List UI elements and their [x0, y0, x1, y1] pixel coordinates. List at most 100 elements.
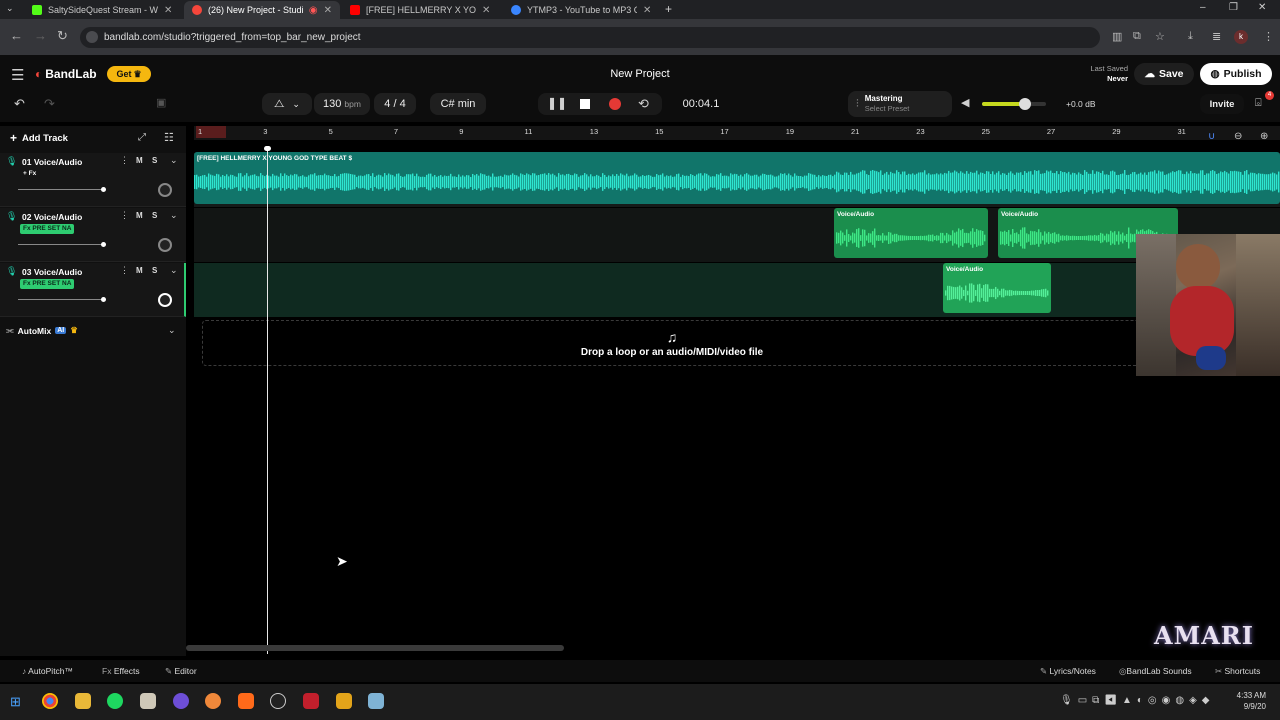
time-signature-field[interactable]: 4 / 4 [374, 93, 416, 115]
project-title[interactable]: New Project [590, 68, 690, 80]
track-name[interactable]: 02 Voice/Audio [22, 212, 82, 222]
chevron-down-icon[interactable]: ⌄ [170, 155, 178, 166]
window-close-icon[interactable]: ✕ [1258, 2, 1266, 13]
chevron-down-icon[interactable]: ⌄ [170, 265, 178, 276]
lyrics-notes-button[interactable]: ✎ Lyrics/Notes [1040, 666, 1096, 677]
effects-button[interactable]: Fx Effects [102, 666, 140, 676]
pause-icon[interactable]: ❚❚ [547, 96, 567, 110]
browser-tab-active[interactable]: (26) New Project - Studio ◉ ✕ [184, 1, 340, 19]
track-options-icon[interactable]: ⋮ [120, 155, 129, 166]
automix-chevron-icon[interactable]: ⌄ [168, 325, 176, 336]
app-icon[interactable] [270, 693, 286, 709]
spotify-icon[interactable] [107, 693, 123, 709]
solo-button[interactable]: S [152, 211, 157, 220]
fx-button[interactable]: + Fx [20, 169, 39, 179]
volume-handle[interactable] [101, 297, 106, 302]
track-name[interactable]: 03 Voice/Audio [22, 267, 82, 277]
track-header[interactable]: 🎙 01 Voice/Audio ⋮ M S ⌄ + Fx [0, 153, 186, 207]
lane-3[interactable] [194, 263, 1280, 317]
playhead-handle[interactable] [264, 146, 271, 151]
chrome-icon[interactable] [42, 693, 58, 709]
solo-button[interactable]: S [152, 266, 157, 275]
master-volume-slider[interactable] [982, 98, 1046, 110]
url-bar[interactable]: bandlab.com/studio?triggered_from=top_ba… [80, 27, 1100, 48]
master-volume-handle[interactable] [1019, 98, 1031, 110]
track-options-icon[interactable]: ⋮ [120, 210, 129, 221]
app-icon[interactable] [336, 693, 352, 709]
solo-button[interactable]: S [152, 156, 157, 165]
cast-icon[interactable]: ⧉ [1133, 30, 1141, 43]
get-membership-button[interactable]: Get ♛ [107, 66, 151, 82]
app-icon[interactable] [238, 693, 254, 709]
audio-clip-voice[interactable]: Voice/Audio [834, 208, 988, 258]
app-icon[interactable] [173, 693, 189, 709]
playhead[interactable] [267, 148, 268, 654]
track-options-icon[interactable]: ⋮ [120, 265, 129, 276]
track-header-selected[interactable]: 🎙 03 Voice/Audio ⋮ M S ⌄ Fx PRE SET NA [0, 263, 186, 317]
app-icon[interactable] [368, 693, 384, 709]
tempo-field[interactable]: 130 bpm [314, 93, 370, 115]
track-settings-icon[interactable]: ☷ [164, 131, 174, 144]
key-field[interactable]: C# min [430, 93, 486, 115]
pan-knob[interactable] [158, 238, 172, 252]
shortcuts-button[interactable]: ✂ Shortcuts [1215, 666, 1260, 677]
mute-button[interactable]: M [136, 211, 143, 220]
wand-icon[interactable]: ⤢ [138, 132, 146, 143]
track-volume-slider[interactable] [18, 242, 106, 247]
undo-icon[interactable]: ↶ [14, 96, 25, 112]
browser-menu-icon[interactable]: ⋮ [1263, 30, 1274, 43]
audio-clip-voice[interactable]: Voice/Audio [943, 263, 1051, 313]
back-arrow-icon[interactable]: ← [10, 28, 23, 43]
bandlab-sounds-button[interactable]: ◎BandLab Sounds [1119, 666, 1192, 677]
browser-tab[interactable]: SaltySideQuest Stream - Watch ✕ [24, 1, 182, 19]
mixer-view-icon[interactable]: ▣ [156, 96, 166, 109]
record-icon[interactable] [609, 98, 621, 110]
horizontal-scrollbar[interactable] [186, 645, 564, 651]
clock[interactable]: 4:33 AM 9/9/20 [1232, 690, 1266, 712]
bandlab-logo[interactable]: ◐ BandLab [35, 67, 97, 81]
add-track-button[interactable]: + Add Track [10, 131, 68, 145]
loop-icon[interactable]: ⟲ [638, 96, 649, 112]
new-tab-plus-icon[interactable]: + [665, 2, 672, 16]
close-icon[interactable]: ✕ [482, 5, 490, 16]
invite-button[interactable]: Invite [1200, 94, 1244, 114]
windows-start-icon[interactable]: ⊞ [10, 694, 21, 710]
forward-arrow-icon[interactable]: → [34, 28, 47, 43]
gift-icon[interactable]: ⌺ [1255, 97, 1262, 110]
profile-avatar[interactable]: k [1234, 30, 1248, 44]
notepad-icon[interactable] [140, 693, 156, 709]
track-volume-slider[interactable] [18, 297, 106, 302]
automix-row[interactable]: ⫘ AutoMix AI ♛ [6, 325, 78, 336]
pan-knob[interactable] [158, 183, 172, 197]
publish-button[interactable]: ◍ Publish [1200, 63, 1272, 85]
hamburger-menu-icon[interactable]: ☰ [11, 66, 24, 84]
editor-button[interactable]: ✎ Editor [165, 666, 197, 677]
track-volume-slider[interactable] [18, 187, 106, 192]
close-icon[interactable]: ✕ [643, 5, 651, 16]
site-info-icon[interactable] [86, 31, 98, 43]
track-header[interactable]: 🎙 02 Voice/Audio ⋮ M S ⌄ Fx PRE SET NA [0, 208, 186, 262]
metronome-button[interactable]: ⧍ ⌄ [262, 93, 312, 115]
save-button[interactable]: ☁ Save [1134, 63, 1194, 85]
system-tray-icons[interactable]: 🎙▭⧉◀▲◐◎◉◍◈◆ [1060, 695, 1214, 706]
reload-icon[interactable]: ↻ [57, 28, 68, 44]
drop-zone[interactable]: ♫ Drop a loop or an audio/MIDI/video fil… [202, 320, 1142, 366]
mute-button[interactable]: M [136, 266, 143, 275]
download-icon[interactable]: ⤓ [1188, 30, 1193, 43]
chevron-down-icon[interactable]: ⌄ [170, 210, 178, 221]
minimize-icon[interactable]: – [1200, 2, 1206, 13]
autopitch-button[interactable]: ♪ AutoPitch™ [22, 666, 73, 676]
audio-clip-beat[interactable]: [FREE] HELLMERRY X YOUNG GOD TYPE BEAT $ [194, 152, 1280, 204]
volume-handle[interactable] [101, 242, 106, 247]
redo-icon[interactable]: ↷ [44, 96, 55, 112]
mastering-button[interactable]: ⫶ Mastering Select Preset [848, 91, 952, 117]
reader-mode-icon[interactable]: ▥ [1112, 30, 1122, 43]
fx-preset-tag[interactable]: Fx PRE SET NA [20, 279, 75, 289]
file-explorer-icon[interactable] [75, 693, 91, 709]
volume-handle[interactable] [101, 187, 106, 192]
app-icon[interactable] [205, 693, 221, 709]
track-name[interactable]: 01 Voice/Audio [22, 157, 82, 167]
browser-tab[interactable]: [FREE] HELLMERRY X YOUNG G ✕ [342, 1, 502, 19]
mute-button[interactable]: M [136, 156, 143, 165]
bookmark-star-icon[interactable]: ☆ [1155, 30, 1165, 43]
